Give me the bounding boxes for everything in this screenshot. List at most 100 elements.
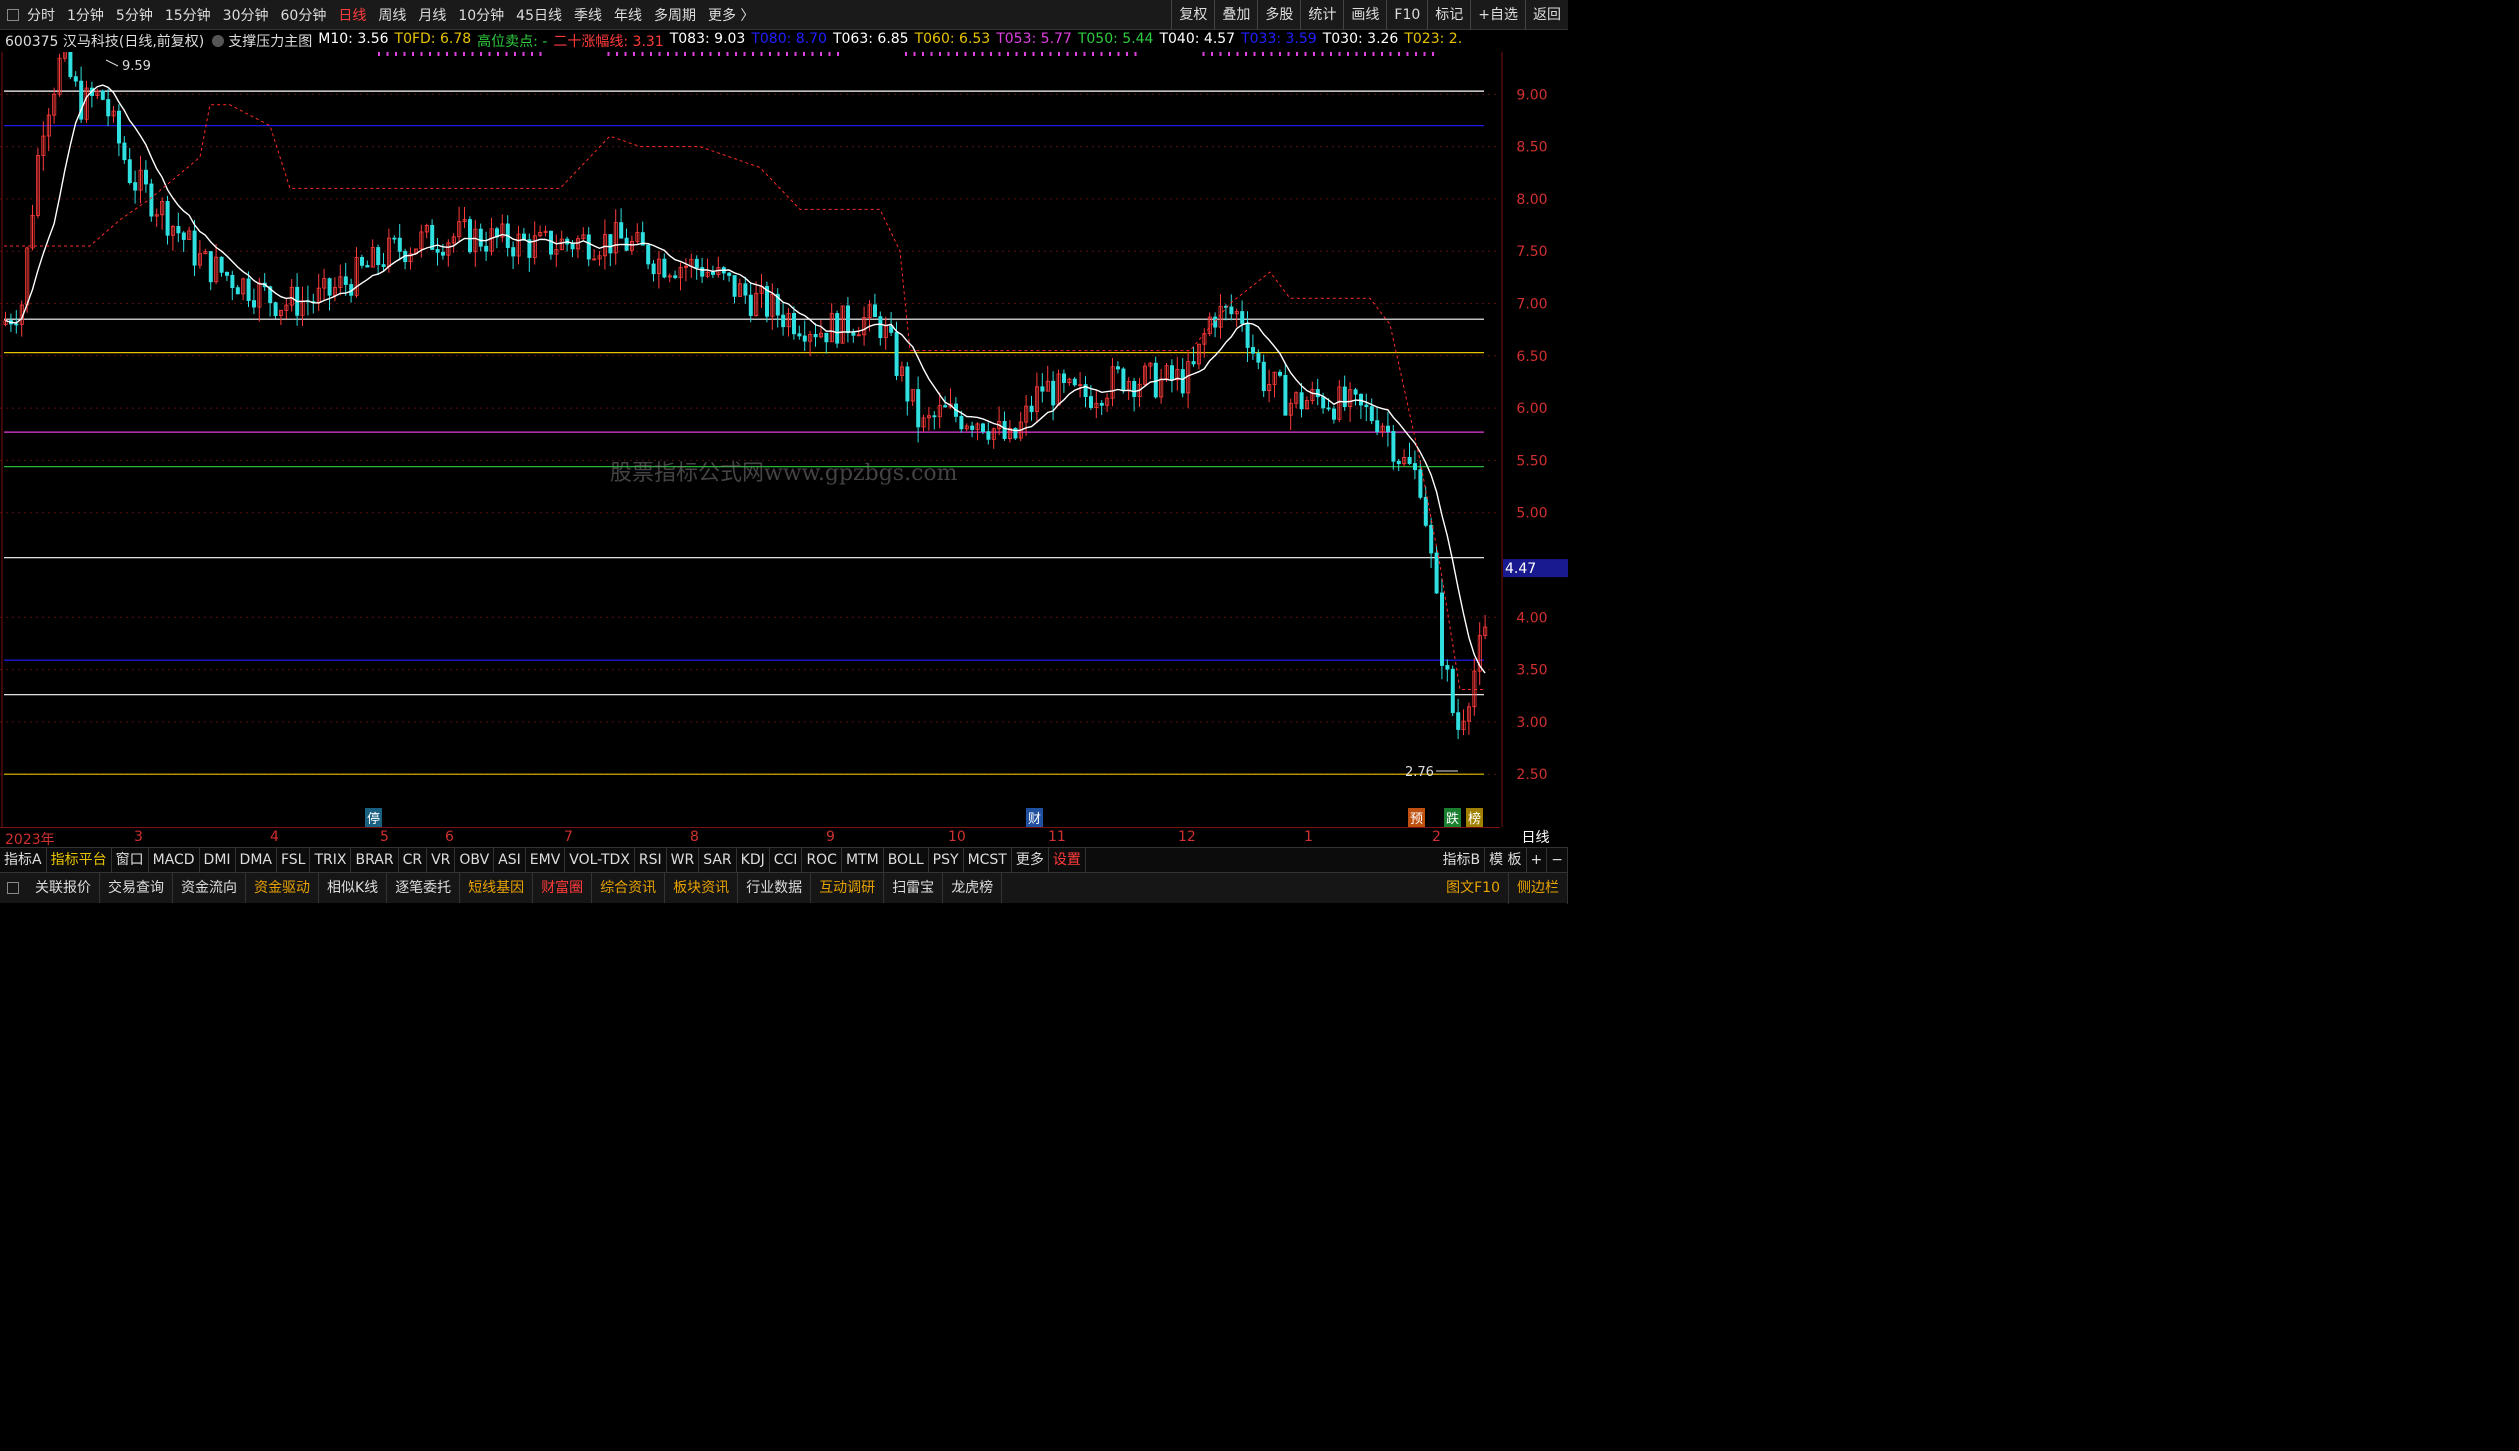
signal-dot [650,52,652,56]
candle-body [1353,389,1358,395]
indicator-tool[interactable]: 指标B [1438,848,1486,873]
indicator-tool[interactable]: 模 板 [1485,848,1527,873]
candle-body [1423,496,1428,526]
indicator-tab[interactable]: VR [427,848,456,872]
period-tab[interactable]: 季线 [574,5,602,25]
event-marker[interactable]: 停 [365,808,383,827]
indicator-tab[interactable]: PSY [929,848,964,872]
indicator-tab[interactable]: KDJ [737,848,770,872]
candle-body [1240,311,1245,324]
candle-body [117,110,122,144]
indicator-tab[interactable]: BRAR [351,848,399,872]
indicator-tab[interactable]: 设置 [1049,848,1086,872]
candle-body [905,366,910,402]
indicator-tab[interactable]: 指标平台 [47,848,112,872]
period-label: 日线 [1521,830,1550,846]
indicator-tab[interactable]: RSI [635,848,667,872]
function-tab[interactable]: 资金流向 [173,873,246,903]
current-price: 4.47 [1505,561,1536,577]
toolbar-button[interactable]: 多股 [1257,0,1300,30]
indicator-tab[interactable]: CR [399,848,428,872]
function-tab[interactable]: 扫雷宝 [884,873,944,903]
toolbar-button[interactable]: +自选 [1470,0,1525,30]
indicator-tab[interactable]: MCST [964,848,1012,872]
event-marker[interactable]: 预 [1408,808,1426,827]
toolbar-button[interactable]: 复权 [1171,0,1214,30]
candle-body [1440,592,1445,666]
period-tab[interactable]: 5分钟 [116,5,153,25]
menu-toggle-icon[interactable] [7,8,19,21]
function-tab[interactable]: 资金驱动 [246,873,319,903]
function-tab[interactable]: 关联报价 [27,873,100,903]
function-tab[interactable]: 行业数据 [738,873,812,903]
indicator-tab[interactable]: TRIX [310,848,352,872]
period-tab[interactable]: 周线 [378,5,406,25]
toolbar-button[interactable]: 标记 [1427,0,1470,30]
period-tab[interactable]: 多周期 [654,5,696,25]
period-tab[interactable]: 60分钟 [281,5,327,25]
toolbar-button[interactable]: F10 [1386,0,1427,30]
function-tab[interactable]: 互动调研 [811,873,885,903]
function-tab[interactable]: 交易查询 [100,873,173,903]
candle-body [824,332,829,343]
indicator-tab[interactable]: WR [667,848,700,872]
period-tab[interactable]: 年线 [614,5,642,25]
panel-toggle-icon[interactable] [7,882,19,894]
event-marker[interactable]: 榜 [1466,808,1484,827]
indicator-tab[interactable]: BOLL [884,848,929,872]
indicator-tab[interactable]: OBV [455,848,495,872]
toolbar-button[interactable]: 叠加 [1214,0,1257,30]
side-tab[interactable]: 侧边栏 [1509,873,1568,904]
function-tab[interactable]: 龙虎榜 [943,873,1003,903]
indicator-tab[interactable]: SAR [699,848,737,872]
side-tab[interactable]: 图文F10 [1438,873,1509,904]
indicator-tab[interactable]: 窗口 [112,848,149,872]
function-tab[interactable]: 板块资讯 [665,873,739,903]
function-tab[interactable]: 财富圈 [533,873,593,903]
signal-dot [454,52,457,56]
signal-dot [1279,52,1281,56]
period-tab[interactable]: 更多 〉 [708,5,754,25]
period-tab[interactable]: 15分钟 [165,5,211,25]
period-tab[interactable]: 10分钟 [458,5,504,25]
toolbar-button[interactable]: 画线 [1343,0,1386,30]
indicator-tab[interactable]: VOL-TDX [565,848,635,872]
indicator-tool[interactable]: − [1547,848,1568,873]
function-tab[interactable]: 逐笔委托 [387,873,461,903]
indicator-tab[interactable]: MTM [842,848,884,872]
function-tab[interactable]: 短线基因 [460,873,534,903]
indicator-tab[interactable]: ROC [802,848,842,872]
period-tab[interactable]: 1分钟 [67,5,104,25]
indicator-tab[interactable]: FSL [277,848,311,872]
indicator-tab[interactable]: MACD [149,848,200,872]
toolbar-button[interactable]: 统计 [1300,0,1343,30]
toolbar-button[interactable]: 返回 [1525,0,1568,30]
candles [3,52,1488,740]
candle-body [981,423,986,433]
date-axis: 2023年 3 4 5 6 7 8 9 10 11 12 1 2 [0,827,1500,848]
function-tab[interactable]: 综合资讯 [592,873,666,903]
candle-body [943,405,948,408]
period-tab[interactable]: 月线 [418,5,446,25]
indicator-tab[interactable]: CCI [770,848,803,872]
indicator-tab[interactable]: 指标A [0,848,47,872]
indicator-tab[interactable]: ASI [494,848,526,872]
event-marker[interactable]: 财 [1026,808,1044,827]
period-tab[interactable]: 45日线 [516,5,562,25]
period-tab[interactable]: 30分钟 [223,5,269,25]
period-tab[interactable]: 分时 [27,5,55,25]
formula-selector-icon[interactable] [212,35,225,47]
event-marker[interactable]: 跌 [1444,808,1462,827]
period-tab[interactable]: 日线 [338,5,366,25]
candle-body [392,237,397,240]
indicator-tool[interactable]: + [1527,848,1548,873]
stop-line [4,104,1484,690]
indicator-tab[interactable]: DMA [236,848,277,872]
function-tab[interactable]: 相似K线 [319,873,388,903]
date-label: 12 [1178,829,1196,845]
indicator-tab[interactable]: EMV [526,848,566,872]
indicator-tab[interactable]: 更多 [1012,848,1049,872]
formula-name[interactable]: 支撑压力主图 [228,31,312,51]
indicator-tab[interactable]: DMI [200,848,236,872]
candlestick-chart[interactable]: 9.509.008.508.007.507.006.506.005.505.00… [0,52,1568,827]
